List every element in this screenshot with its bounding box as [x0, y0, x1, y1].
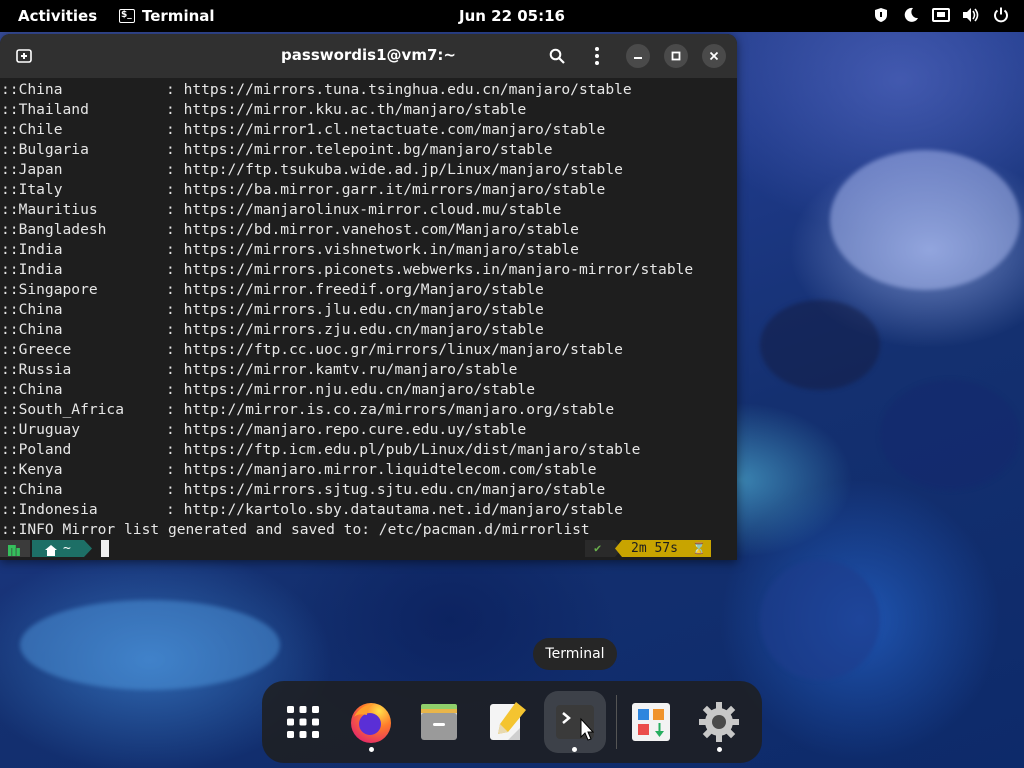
terminal-header[interactable]: passwordis1@vm7:~ — [0, 34, 737, 78]
maximize-button[interactable] — [664, 44, 688, 68]
cursor — [101, 540, 109, 557]
terminal-line: ::Thailand: https://mirror.kku.ac.th/man… — [1, 101, 527, 118]
terminal-icon: $_ — [119, 9, 135, 23]
wallpaper-shape — [880, 380, 1020, 490]
shell-prompt[interactable]: ~ ✔ 2m 57s ⌛ — [0, 540, 737, 558]
terminal-line: ::Chile: https://mirror1.cl.netactuate.c… — [1, 121, 606, 138]
success-check-icon: ✔ — [594, 541, 602, 555]
terminal-line: ::Uruguay: https://manjaro.repo.cure.edu… — [1, 421, 527, 438]
running-indicator-terminal — [572, 747, 577, 752]
app-menu[interactable]: $_ Terminal — [119, 7, 215, 25]
terminal-line: ::Bangladesh: https://bd.mirror.vanehost… — [1, 221, 579, 238]
manjaro-logo-icon — [8, 543, 20, 556]
night-light-icon[interactable] — [902, 6, 920, 24]
minimize-button[interactable] — [626, 44, 650, 68]
terminal-line: ::Singapore: https://mirror.freedif.org/… — [1, 281, 544, 298]
dock — [262, 681, 762, 763]
prompt-dir: ~ — [63, 541, 71, 556]
wallpaper-shape — [830, 150, 1020, 290]
firefox-icon — [351, 703, 391, 743]
terminal-window[interactable]: passwordis1@vm7:~ ::China: https://mirro… — [0, 34, 737, 560]
dock-settings[interactable] — [688, 691, 750, 753]
terminal-line: ::China: https://mirrors.jlu.edu.cn/manj… — [1, 301, 544, 318]
terminal-line: ::Mauritius: https://manjarolinux-mirror… — [1, 201, 562, 218]
terminal-line: ::India: https://mirrors.vishnetwork.in/… — [1, 241, 579, 258]
app-grid-icon — [287, 706, 319, 738]
dock-firefox[interactable] — [340, 691, 402, 753]
dock-tooltip: Terminal — [533, 638, 617, 670]
app-grid-button[interactable] — [272, 691, 334, 753]
command-duration: 2m 57s — [631, 541, 678, 556]
app-menu-label: Terminal — [142, 7, 215, 25]
terminal-line: ::Italy: https://ba.mirror.garr.it/mirro… — [1, 181, 606, 198]
running-indicator-firefox — [369, 747, 374, 752]
dock-software-store[interactable] — [620, 691, 682, 753]
files-icon — [421, 704, 457, 740]
dock-separator — [616, 695, 617, 749]
wallpaper-shape — [760, 560, 880, 680]
terminal-line: ::South_Africa: http://mirror.is.co.za/m… — [1, 401, 615, 418]
software-store-icon — [632, 703, 670, 741]
terminal-line: ::China: https://mirrors.zju.edu.cn/manj… — [1, 321, 544, 338]
terminal-line: ::Kenya: https://manjaro.mirror.liquidte… — [1, 461, 597, 478]
network-wired-icon[interactable] — [932, 6, 950, 24]
search-icon[interactable] — [546, 46, 568, 66]
menu-kebab-icon[interactable] — [586, 46, 608, 66]
wallpaper-shape — [20, 600, 280, 690]
clock-label[interactable]: Jun 22 05:16 — [459, 7, 565, 25]
terminal-line: ::Russia: https://mirror.kamtv.ru/manjar… — [1, 361, 518, 378]
terminal-line: ::China: https://mirror.nju.edu.cn/manja… — [1, 381, 536, 398]
terminal-info-line: ::INFO Mirror list generated and saved t… — [1, 521, 590, 538]
system-tray[interactable] — [872, 6, 1010, 24]
terminal-line: ::Greece: https://ftp.cc.uoc.gr/mirrors/… — [1, 341, 623, 358]
top-bar: Activities $_ Terminal Jun 22 05:16 — [0, 0, 1024, 32]
terminal-output[interactable]: ::China: https://mirrors.tuna.tsinghua.e… — [0, 78, 737, 560]
activities-button[interactable]: Activities — [18, 7, 97, 25]
terminal-line: ::China: https://mirrors.tuna.tsinghua.e… — [1, 81, 632, 98]
terminal-line: ::Indonesia: http://kartolo.sby.datautam… — [1, 501, 623, 518]
hourglass-icon: ⌛ — [692, 542, 706, 555]
terminal-line: ::China: https://mirrors.sjtug.sjtu.edu.… — [1, 481, 606, 498]
home-icon — [45, 543, 57, 556]
volume-icon[interactable] — [962, 6, 980, 24]
privacy-shield-icon[interactable] — [872, 6, 890, 24]
terminal-line: ::India: https://mirrors.piconets.webwer… — [1, 261, 694, 278]
text-editor-icon — [490, 702, 526, 740]
dock-terminal[interactable] — [544, 691, 606, 753]
terminal-line: ::Bulgaria: https://mirror.telepoint.bg/… — [1, 141, 553, 158]
terminal-line: ::Poland: https://ftp.icm.edu.pl/pub/Lin… — [1, 441, 641, 458]
close-button[interactable] — [702, 44, 726, 68]
terminal-app-icon — [556, 705, 595, 741]
running-indicator-settings — [717, 747, 722, 752]
settings-gear-icon — [699, 702, 739, 742]
wallpaper-shape — [760, 300, 880, 390]
power-icon[interactable] — [992, 6, 1010, 24]
dock-text-editor[interactable] — [476, 691, 538, 753]
terminal-line: ::Japan: http://ftp.tsukuba.wide.ad.jp/L… — [1, 161, 623, 178]
dock-files[interactable] — [408, 691, 470, 753]
